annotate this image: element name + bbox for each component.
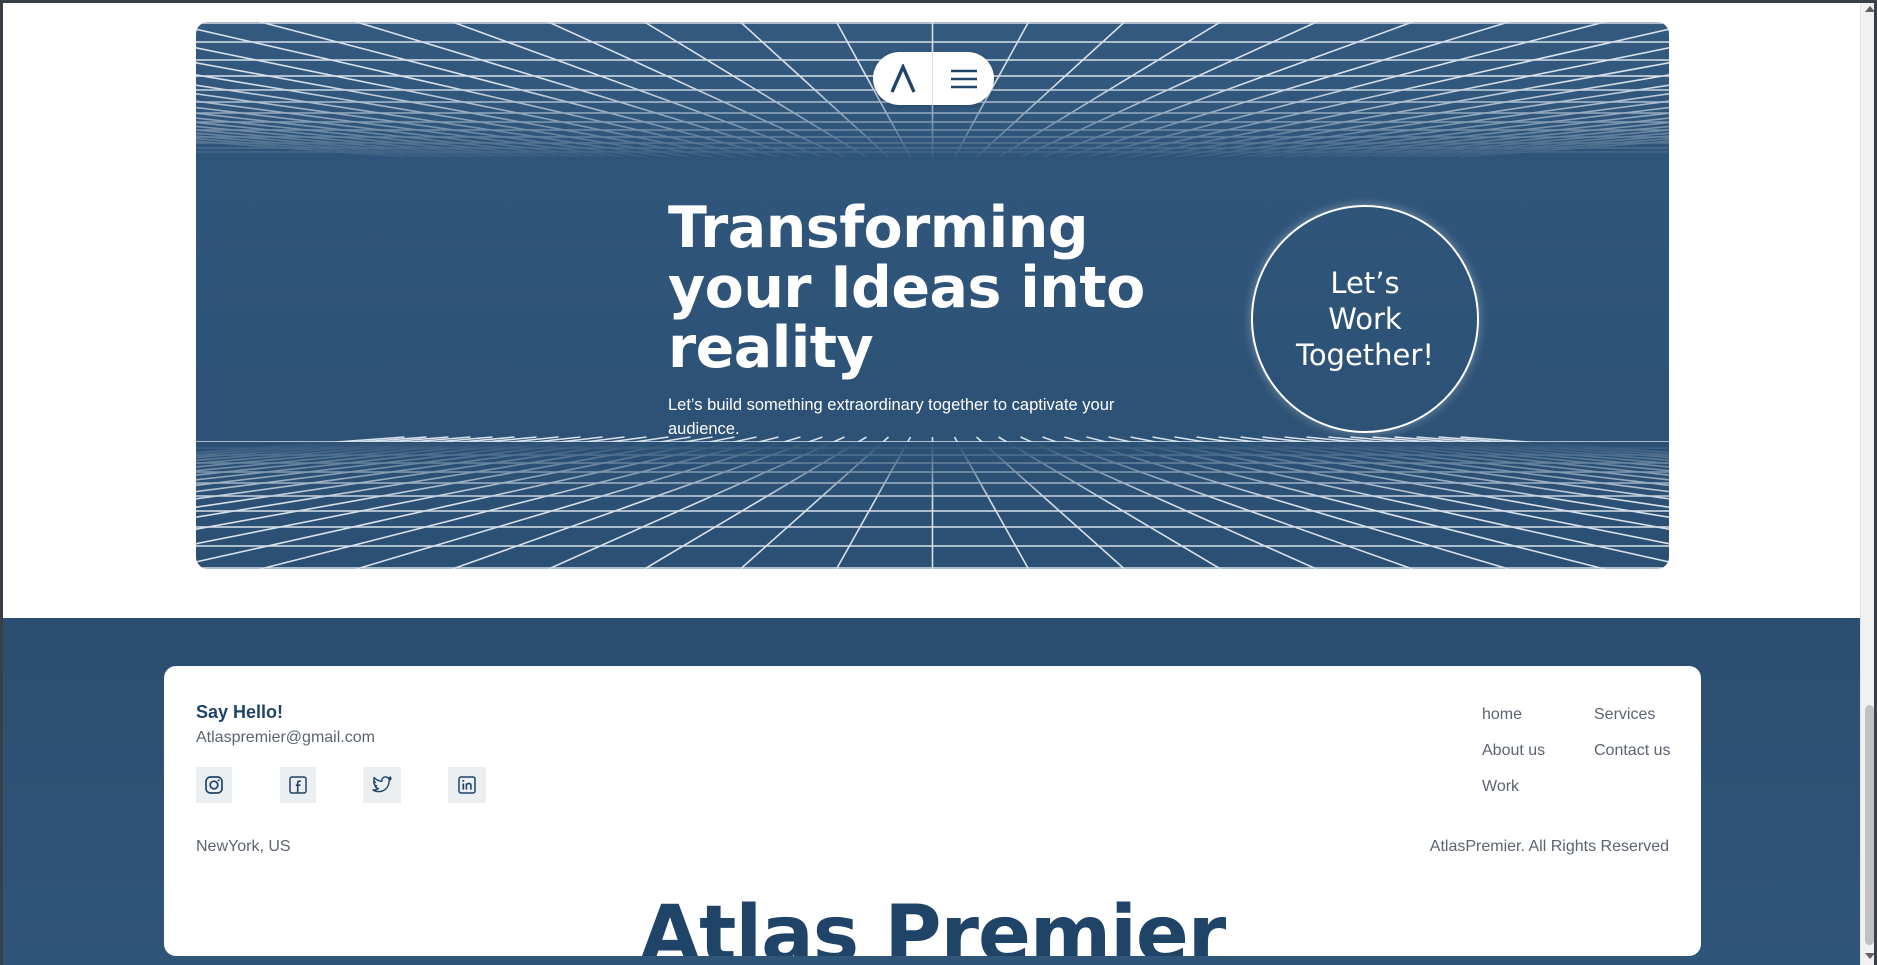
email-link[interactable]: Atlaspremier@gmail.com	[196, 729, 375, 747]
twitter-button[interactable]	[363, 767, 401, 803]
footer-card: Say Hello! Atlaspremier@gmail.com home S…	[164, 666, 1701, 956]
brand-wordmark: Atlas Premier	[639, 890, 1227, 956]
page-scrollbar[interactable]	[1860, 0, 1877, 965]
footer-link-services[interactable]: Services	[1594, 704, 1682, 726]
location-text: NewYork, US	[196, 838, 291, 855]
scroll-down-arrow-icon[interactable]	[1865, 953, 1875, 959]
twitter-icon	[372, 776, 392, 793]
footer-link-work[interactable]: Work	[1482, 776, 1594, 798]
scroll-thumb[interactable]	[1865, 705, 1874, 945]
linkedin-icon	[458, 776, 476, 794]
hamburger-menu-icon	[950, 69, 977, 88]
instagram-button[interactable]	[196, 767, 232, 803]
footer-nav: home Services About us Contact us Work	[1482, 704, 1682, 798]
footer-link-about-us[interactable]: About us	[1482, 740, 1594, 762]
hero-subtitle: Let’s build something extraordinary toge…	[668, 396, 1115, 438]
linkedin-button[interactable]	[448, 767, 486, 803]
cta-label: Let’s Work Together!	[1296, 266, 1434, 372]
logo-button[interactable]	[873, 52, 933, 105]
footer-link-contact-us[interactable]: Contact us	[1594, 740, 1682, 762]
footer-link-home[interactable]: home	[1482, 704, 1594, 726]
facebook-button[interactable]	[280, 767, 316, 803]
copyright-text: AtlasPremier. All Rights Reserved	[1429, 838, 1669, 855]
lets-work-together-button[interactable]: Let’s Work Together!	[1251, 205, 1479, 433]
hero-title: Transforming your Ideas into reality	[668, 195, 1145, 381]
scroll-up-arrow-icon[interactable]	[1865, 6, 1875, 12]
facebook-icon	[289, 776, 307, 794]
atlas-logo-icon	[889, 63, 916, 93]
menu-button[interactable]	[933, 52, 994, 105]
say-hello-heading: Say Hello!	[196, 702, 284, 722]
nav-pill	[873, 52, 994, 105]
instagram-icon	[205, 776, 223, 794]
social-links	[196, 767, 486, 803]
